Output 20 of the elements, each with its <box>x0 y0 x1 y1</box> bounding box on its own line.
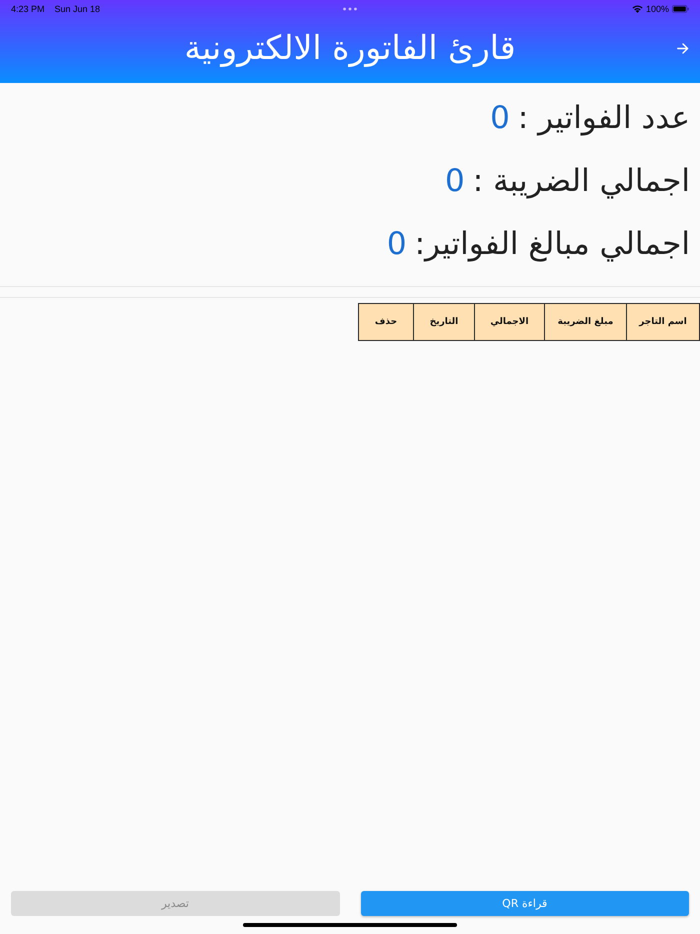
column-header: التاريخ <box>414 304 474 340</box>
column-header: اسم التاجر <box>626 304 700 340</box>
column-header: الاجمالي <box>474 304 544 340</box>
app-title: قارئ الفاتورة الالكترونية <box>184 28 516 68</box>
status-time: 4:23 PM <box>11 4 45 14</box>
status-date: Sun Jun 18 <box>54 4 100 14</box>
stat-label: اجمالي مبالغ الفواتير: <box>414 226 690 262</box>
battery-percent: 100% <box>646 4 669 14</box>
wifi-icon <box>632 4 643 12</box>
stat-label: اجمالي الضريبة : <box>472 163 690 199</box>
stat-value: 0 <box>490 100 510 136</box>
arrow-icon[interactable] <box>677 42 689 54</box>
column-header: حذف <box>358 304 414 340</box>
action-button[interactable]: قراءة QR <box>360 891 689 916</box>
stat-label: عدد الفواتير : <box>518 100 690 136</box>
column-header: مبلغ الضريبة <box>544 304 626 340</box>
stat-value: 0 <box>386 226 407 262</box>
battery-icon <box>672 4 689 12</box>
dots-icon <box>343 6 357 10</box>
stat-value: 0 <box>445 163 465 199</box>
